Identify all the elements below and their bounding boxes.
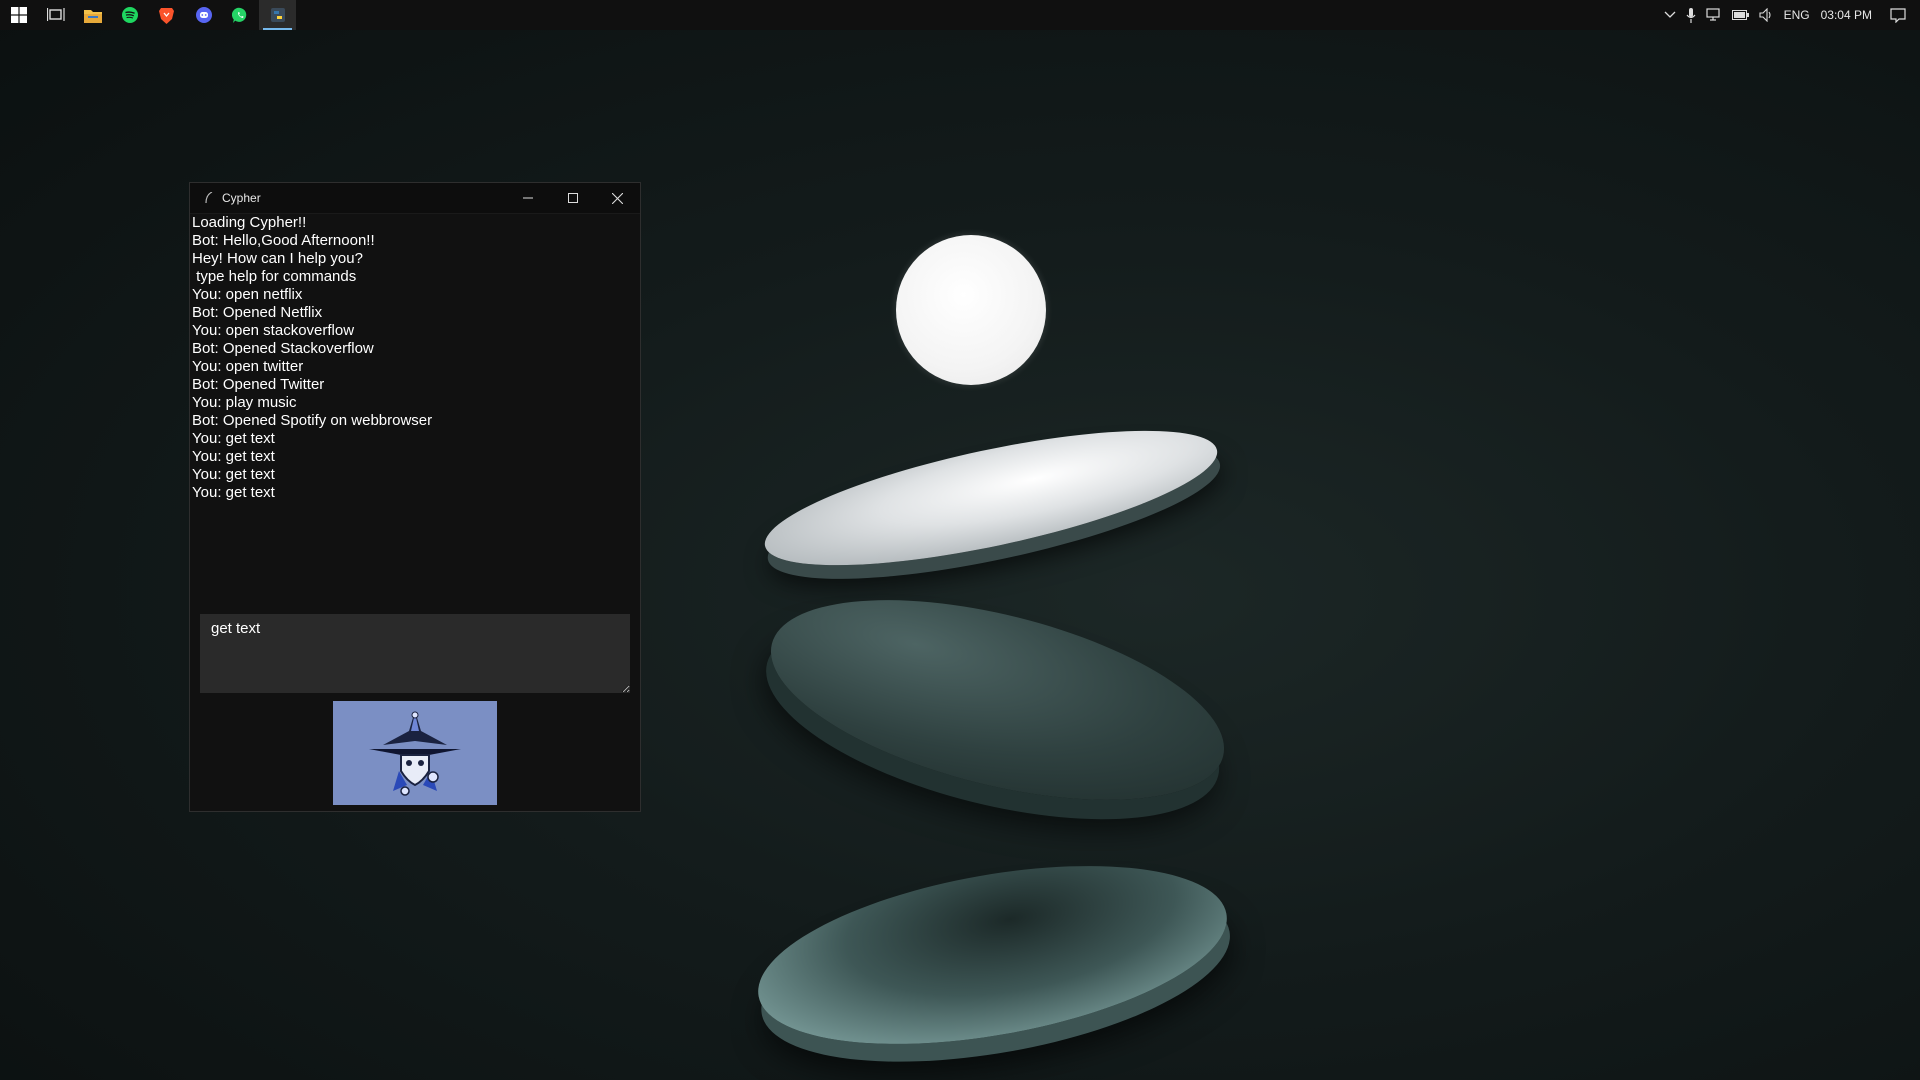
chat-line: Bot: Opened Spotify on webbrowser bbox=[192, 412, 433, 429]
wallpaper-disc-bottom bbox=[744, 834, 1241, 1076]
whatsapp-icon bbox=[232, 7, 247, 23]
notifications-button[interactable] bbox=[1882, 0, 1920, 30]
whatsapp-button[interactable] bbox=[222, 0, 259, 30]
cypher-window: Cypher Loading Cypher!! Bot: Hello,Good … bbox=[189, 182, 641, 812]
chat-line: You: get text bbox=[192, 448, 275, 465]
wizard-robot-icon bbox=[369, 711, 461, 796]
chat-log[interactable]: Loading Cypher!! Bot: Hello,Good Afterno… bbox=[190, 214, 640, 594]
network-icon bbox=[1706, 8, 1720, 21]
task-view-button[interactable] bbox=[37, 0, 74, 30]
network-button[interactable] bbox=[1701, 0, 1727, 30]
chat-line: You: get text bbox=[192, 466, 275, 483]
brave-button[interactable] bbox=[148, 0, 185, 30]
folder-icon bbox=[83, 9, 102, 23]
discord-icon bbox=[195, 7, 212, 23]
show-hidden-icons-button[interactable] bbox=[1659, 0, 1681, 30]
brave-lion-icon bbox=[159, 7, 174, 24]
feather-icon bbox=[200, 192, 218, 204]
maximize-icon bbox=[567, 193, 578, 203]
notification-icon bbox=[1890, 7, 1906, 23]
maximize-button[interactable] bbox=[550, 183, 595, 213]
minimize-button[interactable] bbox=[505, 183, 550, 213]
windows-icon bbox=[10, 7, 27, 23]
chat-line: Bot: Opened Netflix bbox=[192, 304, 323, 321]
window-controls bbox=[505, 183, 640, 213]
taskbar: ENG 03:04 PM bbox=[0, 0, 1920, 30]
system-tray: ENG 03:04 PM bbox=[1659, 0, 1920, 30]
chat-line: Loading Cypher!! bbox=[192, 214, 307, 231]
language-indicator[interactable]: ENG bbox=[1779, 0, 1815, 30]
chevron-up-icon bbox=[1664, 11, 1676, 18]
chat-line: Hey! How can I help you? bbox=[192, 250, 363, 267]
microphone-button[interactable] bbox=[1681, 0, 1701, 30]
message-input[interactable]: get text bbox=[200, 614, 630, 693]
chat-line: You: get text bbox=[192, 430, 275, 447]
spotify-button[interactable] bbox=[111, 0, 148, 30]
python-icon bbox=[270, 8, 285, 22]
wallpaper-moon bbox=[896, 235, 1046, 385]
chat-line: type help for commands bbox=[192, 268, 357, 285]
wallpaper-disc-top bbox=[755, 403, 1227, 593]
window-title: Cypher bbox=[222, 191, 261, 205]
microphone-icon bbox=[1686, 7, 1696, 23]
close-icon bbox=[612, 192, 623, 204]
chat-line: Bot: Opened Twitter bbox=[192, 376, 325, 393]
minimize-icon bbox=[522, 197, 533, 199]
cypher-logo-button[interactable] bbox=[333, 701, 497, 805]
chat-line: Bot: Opened Stackoverflow bbox=[192, 340, 374, 357]
chat-line: You: get text bbox=[192, 484, 275, 501]
battery-icon bbox=[1731, 10, 1749, 20]
clock[interactable]: 03:04 PM bbox=[1815, 0, 1882, 30]
chat-line: You: open twitter bbox=[192, 358, 304, 375]
spotify-icon bbox=[121, 7, 138, 23]
speaker-icon bbox=[1759, 8, 1771, 22]
volume-button[interactable] bbox=[1754, 0, 1779, 30]
title-bar[interactable]: Cypher bbox=[190, 183, 640, 214]
start-button[interactable] bbox=[0, 0, 37, 30]
battery-button[interactable] bbox=[1727, 0, 1754, 30]
chat-line: You: open stackoverflow bbox=[192, 322, 355, 339]
task-view-icon bbox=[46, 8, 65, 21]
wallpaper-disc-middle bbox=[751, 561, 1244, 839]
chat-line: Bot: Hello,Good Afternoon!! bbox=[192, 232, 375, 249]
cypher-app-button[interactable] bbox=[259, 0, 296, 30]
chat-line: You: play music bbox=[192, 394, 297, 411]
discord-button[interactable] bbox=[185, 0, 222, 30]
taskbar-apps bbox=[0, 0, 296, 30]
chat-line: You: open netflix bbox=[192, 286, 303, 303]
close-button[interactable] bbox=[595, 183, 640, 213]
file-explorer-button[interactable] bbox=[74, 0, 111, 30]
